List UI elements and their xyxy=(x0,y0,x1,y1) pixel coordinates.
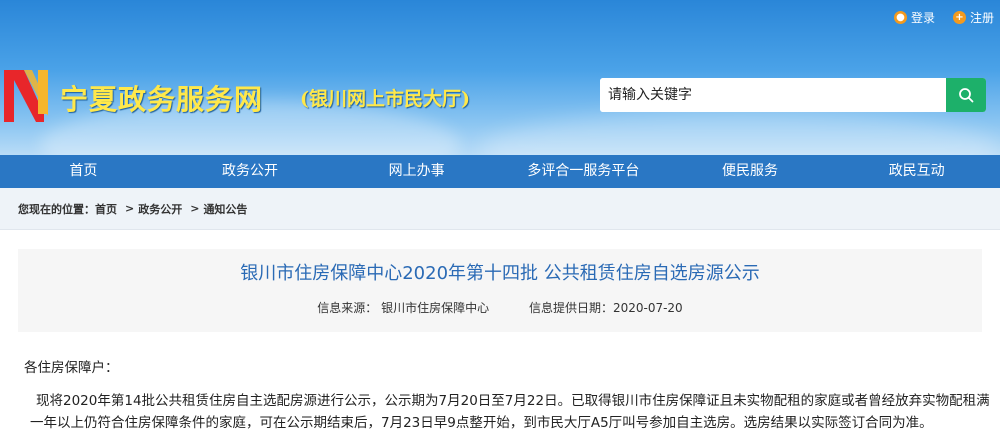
top-links: ● 登录 + 注册 xyxy=(893,9,994,26)
article-header: 银川市住房保障中心2020年第十四批 公共租赁住房自选房源公示 信息来源： 银川… xyxy=(18,249,982,332)
breadcrumb: 您现在的位置： 首页 > 政务公开 > 通知公告 xyxy=(0,188,1000,230)
article-meta: 信息来源： 银川市住房保障中心 信息提供日期：2020-07-20 xyxy=(18,299,982,316)
article-date: 信息提供日期：2020-07-20 xyxy=(528,301,683,315)
search-box xyxy=(600,78,986,112)
nav-item-convenience-services[interactable]: 便民服务 xyxy=(667,155,834,188)
site-subtitle: (银川网上市民大厅) xyxy=(300,88,470,110)
breadcrumb-home[interactable]: 首页 xyxy=(95,201,117,217)
nav-item-interaction[interactable]: 政民互动 xyxy=(833,155,1000,188)
register-link[interactable]: + 注册 xyxy=(952,9,994,26)
site-title: 宁夏政务服务网 xyxy=(60,83,264,116)
login-label: 登录 xyxy=(910,11,935,25)
header-cloud-decoration xyxy=(480,110,1000,155)
breadcrumb-notices[interactable]: 通知公告 xyxy=(203,201,247,217)
breadcrumb-prefix: 您现在的位置： xyxy=(18,202,95,216)
nav-item-home[interactable]: 首页 xyxy=(0,155,167,188)
article-paragraph: 现将2020年第14批公共租赁住房自主选配房源进行公示，公示期为7月20日至7月… xyxy=(24,390,990,433)
article-body: 各住房保障户： 现将2020年第14批公共租赁住房自主选配房源进行公示，公示期为… xyxy=(24,356,990,433)
plus-icon: + xyxy=(952,11,966,24)
paragraph-line: 现将2020年第14批公共租赁住房自主选配房源进行公示，公示期为7月20日至7月… xyxy=(36,393,990,409)
breadcrumb-separator: > xyxy=(125,202,135,215)
login-link[interactable]: ● 登录 xyxy=(893,9,935,26)
paragraph-line: 一年以上仍符合住房保障条件的家庭，可在公示期结束后，7月23日早9点整开始，到市… xyxy=(30,415,933,431)
nav-item-multi-evaluation-platform[interactable]: 多评合一服务平台 xyxy=(500,155,667,188)
article-greeting: 各住房保障户： xyxy=(24,360,119,376)
nav-item-government-affairs[interactable]: 政务公开 xyxy=(167,155,334,188)
article-title: 银川市住房保障中心2020年第十四批 公共租赁住房自选房源公示 xyxy=(240,263,760,284)
main-nav: 首页 政务公开 网上办事 多评合一服务平台 便民服务 政民互动 xyxy=(0,155,1000,188)
login-icon: ● xyxy=(893,11,907,24)
register-label: 注册 xyxy=(969,11,994,25)
search-input[interactable] xyxy=(600,78,946,112)
site-logo-icon[interactable] xyxy=(2,66,54,124)
search-button[interactable] xyxy=(946,78,986,112)
nav-item-online-services[interactable]: 网上办事 xyxy=(333,155,500,188)
breadcrumb-separator: > xyxy=(190,202,200,215)
search-icon xyxy=(959,88,974,103)
breadcrumb-government-affairs[interactable]: 政务公开 xyxy=(138,201,182,217)
site-header: ● 登录 + 注册 宁夏政务服务网 (银川网上市民大厅) xyxy=(0,0,1000,155)
article-source: 信息来源： 银川市住房保障中心 xyxy=(317,301,490,315)
